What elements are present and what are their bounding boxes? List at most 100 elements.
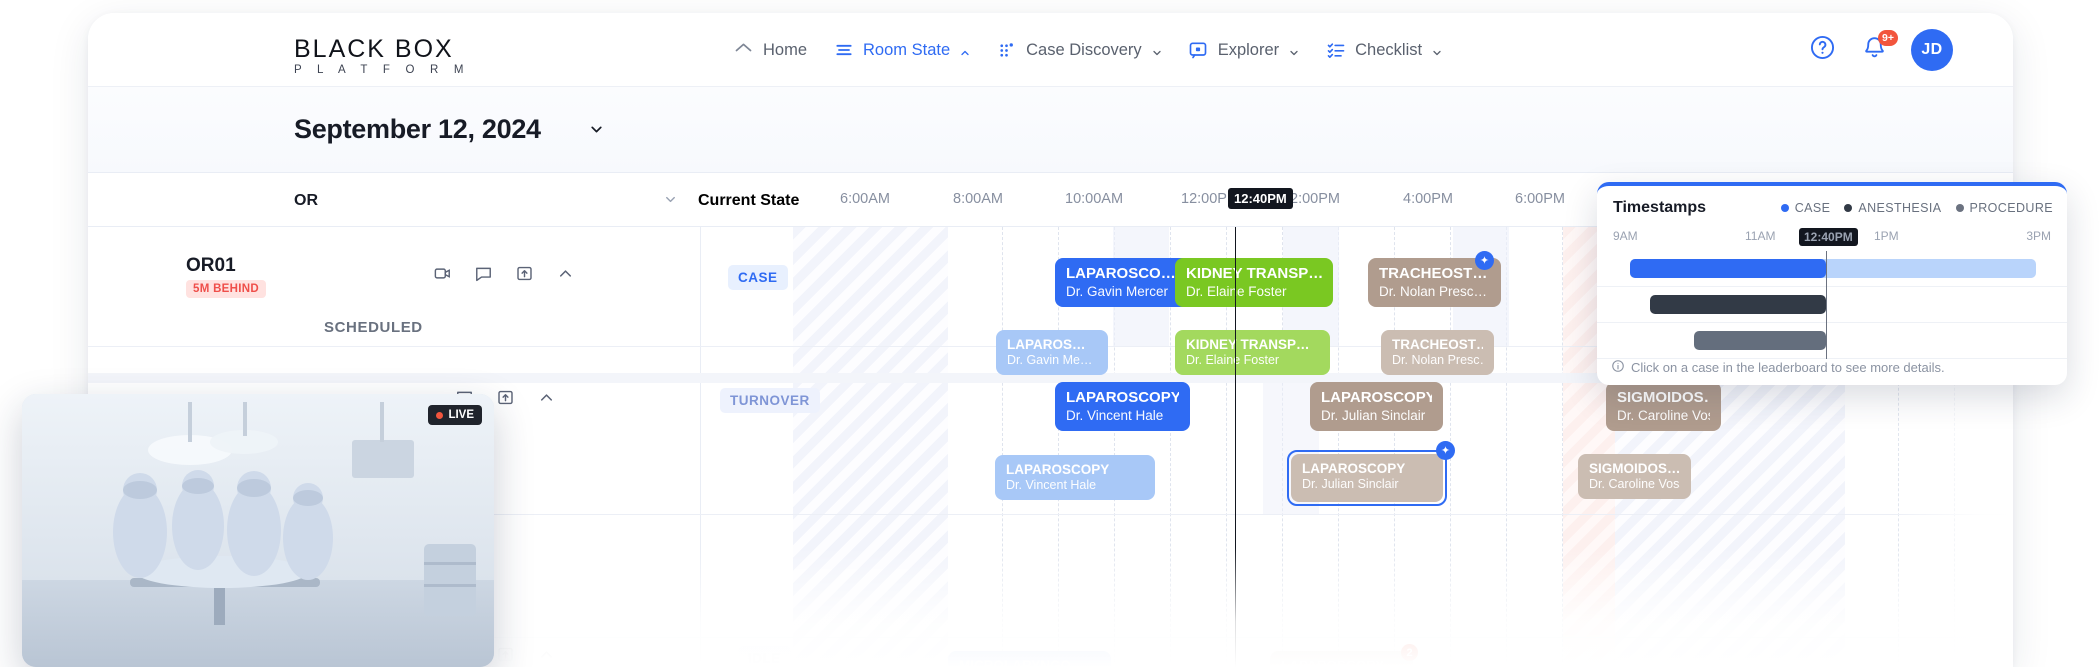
case-title: KIDNEY TRANSP… [1186,337,1310,352]
room-name: OR01 [186,255,236,276]
nav-item-home[interactable]: Home [733,13,807,87]
axis-tick: 1PM [1874,229,1899,243]
case-surgeon: Dr. Vincent Hale [1066,408,1164,423]
case-block-scheduled[interactable]: LAPAROS… Dr. Gavin Me… [996,330,1108,375]
camera-icon[interactable] [433,264,452,283]
nav-label-home: Home [763,40,808,59]
nav-item-room-state[interactable]: Room State [833,13,970,87]
column-header-or: OR [294,191,318,209]
nav-right-actions: 9+ JD [1807,13,1953,87]
live-label: LIVE [448,409,474,421]
date-dropdown-chevron-down-icon[interactable] [588,121,605,143]
notifications-button[interactable]: 9+ [1859,30,1898,65]
legend-dot-procedure [1955,203,1964,212]
collapse-chevron-up-icon[interactable] [537,645,556,664]
avatar[interactable]: JD [1911,29,1953,71]
nav-item-explorer[interactable]: Explorer [1188,13,1299,87]
case-title: LAPAROS… [1007,337,1086,352]
or-column-chevron-down-icon[interactable] [663,192,678,212]
question-circle-icon [1809,34,1836,66]
time-tick: 6:00AM [840,191,890,207]
export-icon[interactable] [496,388,515,407]
timestamps-header: Timestamps CASE ANESTHESIA PROCEDURE [1597,186,2067,229]
legend-label-anesthesia: ANESTHESIA [1858,200,1942,215]
room-row-actions [433,264,575,283]
time-tick: 10:00AM [1065,191,1124,207]
case-surgeon: Dr. Gavin Me… [1007,353,1093,367]
time-tick: 4:00PM [1403,191,1453,207]
date-toolbar: September 12, 2024 [88,87,2013,226]
record-dot-icon [436,411,444,419]
procedure-bar [1694,331,1826,350]
current-state-badge: TURNOVER [720,388,820,413]
case-title: TRACHEOST… [1379,265,1488,282]
timestamps-legend: CASE ANESTHESIA PROCEDURE [1780,200,2053,215]
current-state-badge: CASE [728,265,788,290]
case-surgeon: Dr. Elaine Foster [1186,353,1280,367]
timestamps-now-chip: 12:40PM [1799,228,1858,246]
case-surgeon: Dr. Julian Sinclair [1321,408,1426,423]
case-surgeon: Dr. Elaine Foster [1186,284,1287,299]
offhours-hatch [793,227,948,667]
current-time-line [1235,227,1236,667]
legend-item-procedure: PROCEDURE [1955,201,2053,215]
case-title: LAPAROSCOPY [1066,389,1179,406]
export-icon[interactable] [515,264,534,283]
dots-icon [996,40,1017,61]
timestamps-now-line [1826,251,1827,359]
legend-label-case: CASE [1794,200,1831,215]
nav-label-explorer: Explorer [1217,40,1280,59]
checklist-icon [1325,40,1346,61]
export-icon[interactable] [496,645,515,664]
help-button[interactable] [1807,35,1837,65]
current-state-badge: IDLE [738,646,791,667]
case-block[interactable]: SIGMOIDOS… Dr. Caroline Voss [1606,382,1721,431]
case-title: LAPAROSCOPY [1006,462,1110,477]
timestamps-hint: Click on a case in the leaderboard to se… [1611,359,1945,376]
case-surgeon: Dr. Julian Sinclair [1302,477,1399,491]
case-block-scheduled[interactable]: TRACHEOST… Dr. Nolan Presc… [1381,330,1494,375]
app-logo[interactable]: BLACK BOX P L A T F O R M [294,36,470,78]
case-block-scheduled[interactable]: KIDNEY TRANSP… Dr. Elaine Foster [1175,330,1330,375]
comment-icon[interactable] [474,264,493,283]
operating-room-photo [22,394,494,667]
explorer-icon [1188,40,1209,61]
collapse-chevron-up-icon[interactable] [556,264,575,283]
case-block[interactable]: LAPAROSCOPY Dr. Vincent Hale [1055,382,1190,431]
case-block[interactable]: LAPAROSCOPY Dr. Julian Sinclair [1310,382,1443,431]
room-row-or01[interactable]: OR01 5M BEHIND CASE SCHEDULED [88,227,793,346]
nav-label-checklist: Checklist [1355,40,1423,59]
case-surgeon: Dr. Nolan Presc… [1392,353,1483,367]
nav-item-checklist[interactable]: Checklist [1325,13,1442,87]
time-tick: 6:00PM [1515,191,1565,207]
timestamps-chart [1597,251,2067,359]
status-badge: 5M BEHIND [186,280,266,298]
case-block[interactable]: MICROLARYNGO… Margaret Chen [948,651,1111,667]
case-block[interactable]: KIDNEY TRANSP… Dr. Elaine Foster [1175,258,1333,307]
case-title: SIGMOIDOS… [1589,461,1680,476]
case-block[interactable]: LAPAROSCOPY Dr. Lydia Hartman [1270,651,1413,667]
legend-item-case: CASE [1780,200,1831,215]
timestamps-row-anesthesia [1597,287,2067,323]
case-block-scheduled-selected[interactable]: LAPAROSCOPY Dr. Julian Sinclair [1291,454,1443,502]
home-icon [733,40,754,61]
legend-item-anesthesia: ANESTHESIA [1844,201,1941,215]
live-badge: LIVE [428,405,482,425]
axis-tick: 3PM [2026,229,2051,243]
case-surgeon: Dr. Nolan Presc… [1379,284,1488,299]
axis-tick: 11AM [1745,229,1776,243]
collapse-chevron-up-icon[interactable] [537,388,556,407]
ai-sparkle-icon[interactable]: ✦ [1475,251,1494,270]
time-tick: 8:00AM [953,191,1003,207]
info-icon [1611,359,1625,376]
case-title: LAPAROSCOPY [1321,389,1432,406]
case-block-scheduled[interactable]: LAPAROSCOPY Dr. Vincent Hale [995,455,1155,500]
case-count-badge[interactable]: 2 [1401,644,1418,661]
ai-sparkle-icon[interactable]: ✦ [1436,441,1455,460]
or-live-video-card[interactable]: LIVE [22,394,494,667]
case-block-scheduled[interactable]: SIGMOIDOS… Dr. Caroline Voss [1578,454,1691,499]
nav-item-case-discovery[interactable]: Case Discovery [996,13,1162,87]
axis-tick: 9AM [1613,229,1638,243]
timestamps-row-procedure [1597,323,2067,359]
page-title[interactable]: September 12, 2024 [294,114,541,145]
